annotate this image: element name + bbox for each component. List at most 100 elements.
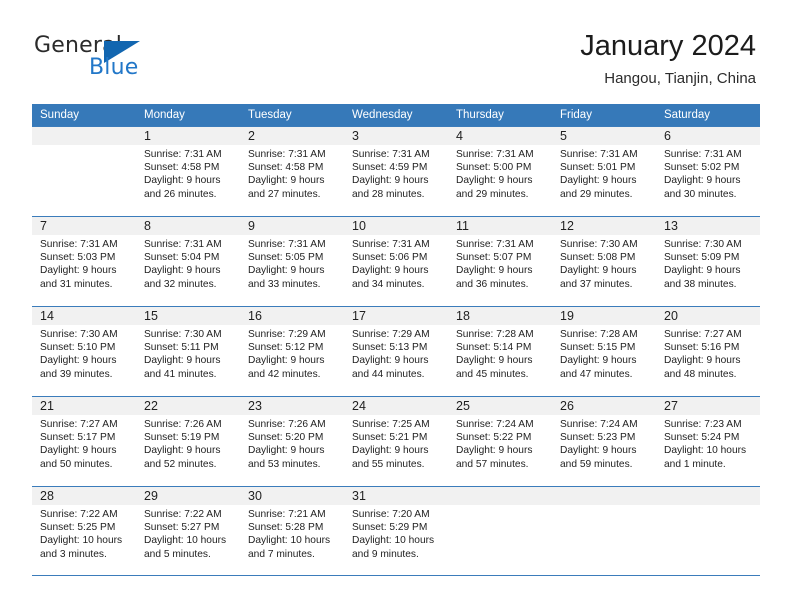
day-cell[interactable]: 15 Sunrise: 7:30 AM Sunset: 5:11 PM Dayligh… [136, 307, 240, 396]
day-cell[interactable]: 30 Sunrise: 7:21 AM Sunset: 5:28 PM Dayligh… [240, 487, 344, 575]
sunset-text: Sunset: 5:03 PM [40, 252, 116, 264]
general-blue-logo[interactable]: General Blue [34, 34, 164, 86]
day-cell[interactable]: 31 Sunrise: 7:20 AM Sunset: 5:29 PM Dayligh… [344, 487, 448, 575]
sunset-text: Sunset: 5:13 PM [352, 342, 428, 354]
sunrise-text: Sunrise: 7:21 AM [248, 509, 326, 520]
day-cell[interactable]: 8 Sunrise: 7:31 AM Sunset: 5:04 PM Daylight… [136, 217, 240, 306]
day-cell-empty [448, 487, 552, 575]
day-info: Sunrise: 7:22 AM Sunset: 5:27 PM Daylight:… [136, 505, 240, 561]
day-number: 8 [144, 219, 151, 233]
day-number: 5 [560, 129, 567, 143]
day-cell[interactable]: 4 Sunrise: 7:31 AM Sunset: 5:00 PM Daylight… [448, 127, 552, 216]
day-info: Sunrise: 7:29 AM Sunset: 5:12 PM Daylight:… [240, 325, 344, 381]
day-cell[interactable]: 23 Sunrise: 7:26 AM Sunset: 5:20 PM Dayligh… [240, 397, 344, 486]
day-cell[interactable]: 25 Sunrise: 7:24 AM Sunset: 5:22 PM Dayligh… [448, 397, 552, 486]
day-cell[interactable]: 1 Sunrise: 7:31 AM Sunset: 4:58 PM Daylight… [136, 127, 240, 216]
weekday-header-friday: Friday [560, 109, 592, 121]
weekday-header-monday: Monday [144, 109, 185, 121]
day-number: 26 [560, 399, 574, 413]
sunrise-text: Sunrise: 7:31 AM [144, 239, 222, 250]
daylight-text-line2: and 50 minutes. [40, 458, 113, 470]
day-number-band: 4 [448, 127, 552, 145]
day-cell[interactable]: 12 Sunrise: 7:30 AM Sunset: 5:08 PM Dayligh… [552, 217, 656, 306]
daylight-text-line1: Daylight: 9 hours [248, 175, 325, 187]
day-number: 16 [248, 309, 262, 323]
day-cell[interactable]: 7 Sunrise: 7:31 AM Sunset: 5:03 PM Daylight… [32, 217, 136, 306]
sunrise-text: Sunrise: 7:29 AM [352, 329, 430, 340]
sunset-text: Sunset: 5:14 PM [456, 342, 532, 354]
day-cell[interactable]: 27 Sunrise: 7:23 AM Sunset: 5:24 PM Dayligh… [656, 397, 760, 486]
sunset-text: Sunset: 5:25 PM [40, 522, 116, 534]
sunset-text: Sunset: 5:12 PM [248, 342, 324, 354]
day-number-band: 31 [344, 487, 448, 505]
daylight-text-line1: Daylight: 9 hours [664, 265, 741, 277]
day-info: Sunrise: 7:24 AM Sunset: 5:23 PM Daylight:… [552, 415, 656, 471]
sunset-text: Sunset: 5:27 PM [144, 522, 220, 534]
day-cell[interactable]: 11 Sunrise: 7:31 AM Sunset: 5:07 PM Dayligh… [448, 217, 552, 306]
day-info: Sunrise: 7:23 AM Sunset: 5:24 PM Daylight:… [656, 415, 760, 471]
day-number: 1 [144, 129, 151, 143]
day-cell[interactable]: 10 Sunrise: 7:31 AM Sunset: 5:06 PM Dayligh… [344, 217, 448, 306]
day-number: 22 [144, 399, 158, 413]
sunrise-text: Sunrise: 7:22 AM [144, 509, 222, 520]
day-number-band: 27 [656, 397, 760, 415]
sunset-text: Sunset: 5:20 PM [248, 432, 324, 444]
day-cell[interactable]: 29 Sunrise: 7:22 AM Sunset: 5:27 PM Dayligh… [136, 487, 240, 575]
sunrise-text: Sunrise: 7:28 AM [456, 329, 534, 340]
day-cell[interactable]: 24 Sunrise: 7:25 AM Sunset: 5:21 PM Dayligh… [344, 397, 448, 486]
day-info: Sunrise: 7:27 AM Sunset: 5:17 PM Daylight:… [32, 415, 136, 471]
day-cell[interactable]: 6 Sunrise: 7:31 AM Sunset: 5:02 PM Daylight… [656, 127, 760, 216]
day-info: Sunrise: 7:29 AM Sunset: 5:13 PM Daylight:… [344, 325, 448, 381]
day-number-band [448, 487, 552, 505]
daylight-text-line1: Daylight: 9 hours [144, 265, 221, 277]
day-number-band: 13 [656, 217, 760, 235]
day-number-band: 22 [136, 397, 240, 415]
sunset-text: Sunset: 5:06 PM [352, 252, 428, 264]
day-cell[interactable]: 26 Sunrise: 7:24 AM Sunset: 5:23 PM Dayligh… [552, 397, 656, 486]
day-cell[interactable]: 5 Sunrise: 7:31 AM Sunset: 5:01 PM Daylight… [552, 127, 656, 216]
day-cell[interactable]: 18 Sunrise: 7:28 AM Sunset: 5:14 PM Dayligh… [448, 307, 552, 396]
daylight-text-line2: and 3 minutes. [40, 548, 107, 560]
calendar-weeks: 1 Sunrise: 7:31 AM Sunset: 4:58 PM Daylight… [32, 126, 760, 576]
day-cell[interactable]: 28 Sunrise: 7:22 AM Sunset: 5:25 PM Dayligh… [32, 487, 136, 575]
day-cell[interactable]: 21 Sunrise: 7:27 AM Sunset: 5:17 PM Dayligh… [32, 397, 136, 486]
day-cell[interactable]: 13 Sunrise: 7:30 AM Sunset: 5:09 PM Dayligh… [656, 217, 760, 306]
sunrise-text: Sunrise: 7:29 AM [248, 329, 326, 340]
day-cell[interactable]: 14 Sunrise: 7:30 AM Sunset: 5:10 PM Dayligh… [32, 307, 136, 396]
day-info: Sunrise: 7:26 AM Sunset: 5:19 PM Daylight:… [136, 415, 240, 471]
daylight-text-line2: and 38 minutes. [664, 278, 737, 290]
daylight-text-line2: and 36 minutes. [456, 278, 529, 290]
day-cell[interactable]: 16 Sunrise: 7:29 AM Sunset: 5:12 PM Dayligh… [240, 307, 344, 396]
day-cell-empty [32, 127, 136, 216]
day-number: 29 [144, 489, 158, 503]
day-cell[interactable]: 20 Sunrise: 7:27 AM Sunset: 5:16 PM Dayligh… [656, 307, 760, 396]
sunset-text: Sunset: 5:05 PM [248, 252, 324, 264]
daylight-text-line1: Daylight: 9 hours [352, 445, 429, 457]
daylight-text-line1: Daylight: 9 hours [560, 175, 637, 187]
weekday-header-thursday: Thursday [456, 109, 504, 121]
daylight-text-line2: and 52 minutes. [144, 458, 217, 470]
sunset-text: Sunset: 5:08 PM [560, 252, 636, 264]
day-number: 10 [352, 219, 366, 233]
day-cell[interactable]: 17 Sunrise: 7:29 AM Sunset: 5:13 PM Dayligh… [344, 307, 448, 396]
calendar-week-row: 21 Sunrise: 7:27 AM Sunset: 5:17 PM Dayligh… [32, 396, 760, 486]
page-header: General Blue January 2024 Hangou, Tianji… [0, 0, 792, 104]
day-number-band: 16 [240, 307, 344, 325]
daylight-text-line1: Daylight: 9 hours [352, 175, 429, 187]
day-number: 23 [248, 399, 262, 413]
sunset-text: Sunset: 5:19 PM [144, 432, 220, 444]
sunset-text: Sunset: 5:16 PM [664, 342, 740, 354]
daylight-text-line1: Daylight: 9 hours [664, 355, 741, 367]
sunset-text: Sunset: 5:01 PM [560, 162, 636, 174]
day-cell[interactable]: 9 Sunrise: 7:31 AM Sunset: 5:05 PM Daylight… [240, 217, 344, 306]
daylight-text-line1: Daylight: 9 hours [144, 355, 221, 367]
sunrise-text: Sunrise: 7:31 AM [456, 239, 534, 250]
day-cell[interactable]: 3 Sunrise: 7:31 AM Sunset: 4:59 PM Daylight… [344, 127, 448, 216]
daylight-text-line1: Daylight: 9 hours [560, 265, 637, 277]
day-cell[interactable]: 19 Sunrise: 7:28 AM Sunset: 5:15 PM Dayligh… [552, 307, 656, 396]
day-cell[interactable]: 2 Sunrise: 7:31 AM Sunset: 4:58 PM Daylight… [240, 127, 344, 216]
day-cell[interactable]: 22 Sunrise: 7:26 AM Sunset: 5:19 PM Dayligh… [136, 397, 240, 486]
sunrise-text: Sunrise: 7:31 AM [248, 239, 326, 250]
day-number: 9 [248, 219, 255, 233]
daylight-text-line1: Daylight: 9 hours [248, 445, 325, 457]
